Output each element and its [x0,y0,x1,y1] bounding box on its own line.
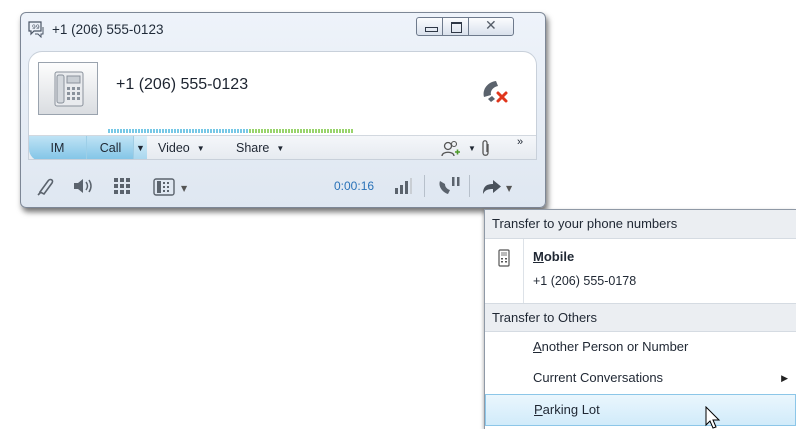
caller-number: +1 (206) 555-0123 [116,76,249,93]
mic-icon[interactable] [35,175,57,197]
mobile-label: Mobile [533,249,575,264]
mobile-number: +1 (206) 555-0178 [533,274,637,288]
contacts-icon [441,140,460,156]
call-controls: ▼ 0:00:16 ▼ [21,171,545,203]
conversation-window: 99 +1 (206) 555-0123 ✕ +1 (206) 555-0123 [20,12,546,208]
share-label: Share [236,141,270,155]
minimize-button[interactable] [416,17,443,36]
call-timer: 0:00:16 [334,179,375,193]
cursor-icon [705,406,721,429]
call-panel: +1 (206) 555-0123 IM Call ▼ Video ▼ Share… [28,51,537,160]
menu-item-label: Current Conversations [533,370,664,385]
device-icon [153,177,175,196]
menu-item-label: Another Person or Number [533,339,689,354]
chevron-down-icon: ▼ [468,144,476,153]
chevron-down-icon: ▼ [181,184,188,193]
device-button[interactable]: ▼ [153,176,187,197]
transfer-button[interactable]: ▼ [481,176,512,197]
speaker-icon[interactable] [72,176,98,196]
menu-header-others: Transfer to Others [485,303,796,332]
minimize-icon [425,27,438,32]
separator [469,175,470,197]
svg-text:99: 99 [32,24,40,31]
menu-item-label: Parking Lot [534,402,600,417]
conversation-icon: 99 [28,21,44,38]
menu-item-mobile[interactable]: Mobile +1 (206) 555-0178 [485,239,796,303]
signal-icon [395,178,412,194]
transfer-icon [483,179,501,194]
menu-item-another-person[interactable]: Another Person or Number [485,332,796,363]
attachment-button[interactable] [481,136,491,159]
audio-level-bar-green [249,129,354,133]
modality-toolbar: IM Call ▼ Video ▼ Share ▼ ▼ » [29,135,536,159]
close-button[interactable]: ✕ [468,17,514,36]
attachment-icon [482,139,489,156]
chevron-down-icon: ▼ [506,184,513,193]
share-button[interactable]: Share ▼ [236,136,285,159]
title-bar[interactable]: 99 +1 (206) 555-0123 ✕ [21,13,545,47]
submenu-arrow-icon: ▶ [781,373,788,383]
separator [424,175,425,197]
dialpad-icon[interactable] [113,177,131,195]
transfer-menu: Transfer to your phone numbers Mobile +1… [484,209,796,429]
close-icon: ✕ [485,18,497,34]
chevron-down-icon: ▼ [276,144,285,153]
menu-header-own-numbers: Transfer to your phone numbers [485,210,796,239]
menu-item-parking-lot[interactable]: Parking Lot [485,394,796,426]
maximize-icon [451,22,462,33]
call-dropdown-button[interactable]: ▼ [133,136,147,159]
window-title: +1 (206) 555-0123 [52,22,164,37]
more-options-button[interactable]: » [517,130,523,155]
call-button[interactable]: Call [86,136,134,159]
im-button[interactable]: IM [29,136,86,159]
add-participants-button[interactable]: ▼ [441,136,476,159]
menu-item-current-conversations[interactable]: Current Conversations ▶ [485,363,796,394]
mobile-label-accel: M [533,249,544,264]
chevron-down-icon: ▼ [196,144,205,153]
video-label: Video [158,141,190,155]
phone-avatar-icon [54,71,84,107]
hangup-icon[interactable] [480,79,510,105]
hold-icon[interactable] [437,175,461,197]
maximize-button[interactable] [442,17,469,36]
avatar[interactable] [38,62,98,115]
video-button[interactable]: Video ▼ [158,136,205,159]
chevron-down-icon: ▼ [136,143,145,153]
